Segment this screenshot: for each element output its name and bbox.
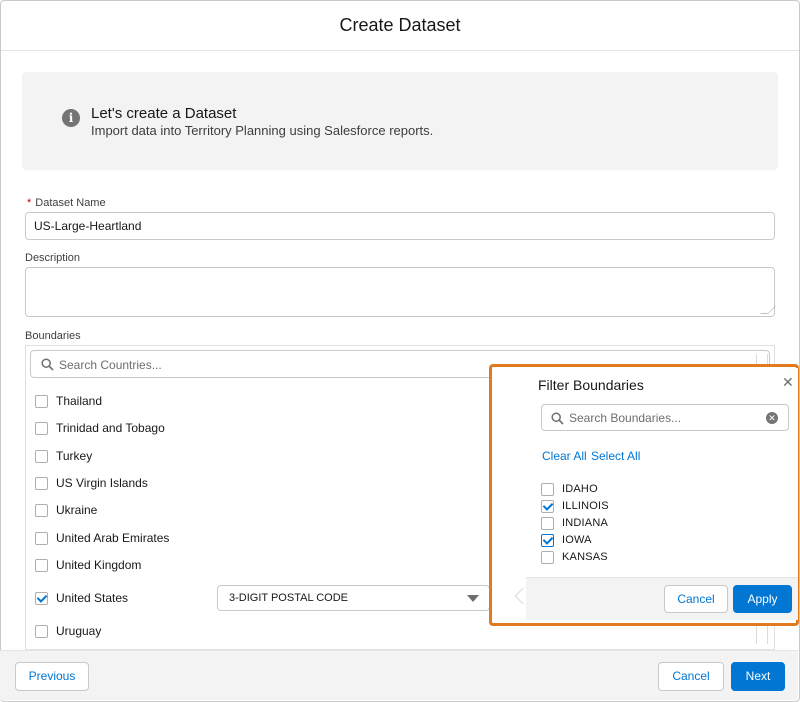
boundary-label: IDAHO [562, 483, 598, 495]
boundary-label: IOWA [562, 534, 592, 546]
country-label: United States [56, 591, 129, 605]
boundary-checkbox[interactable] [541, 533, 554, 547]
country-item[interactable]: United States [35, 588, 128, 608]
dropdown-arrow-icon [467, 595, 479, 602]
country-checkbox[interactable] [35, 558, 48, 572]
boundary-checkbox[interactable] [541, 499, 554, 513]
country-checkbox[interactable] [35, 624, 48, 638]
country-item[interactable]: Uruguay [35, 621, 101, 641]
info-title: Let's create a Dataset [91, 105, 237, 122]
country-label: Trinidad and Tobago [56, 421, 165, 435]
boundary-checkbox[interactable] [541, 516, 554, 530]
boundary-level-select[interactable]: 3-DIGIT POSTAL CODE [217, 585, 490, 611]
boundary-label: KANSAS [562, 551, 608, 563]
required-mark: * [27, 197, 32, 209]
boundary-item[interactable]: INDIANA [541, 515, 608, 531]
country-checkbox[interactable] [35, 421, 48, 435]
description-label: Description [25, 252, 81, 264]
boundary-item[interactable]: IDAHO [541, 481, 598, 497]
country-checkbox[interactable] [35, 591, 48, 605]
modal-title: Create Dataset [339, 15, 461, 35]
country-checkbox[interactable] [35, 394, 48, 408]
boundary-checkbox[interactable] [541, 482, 554, 496]
search-boundaries-input[interactable]: Search Boundaries... ✕ [541, 404, 789, 431]
boundary-label: INDIANA [562, 517, 609, 529]
country-item[interactable]: Trinidad and Tobago [35, 418, 165, 438]
country-checkbox[interactable] [35, 449, 48, 463]
description-textarea[interactable] [25, 267, 776, 317]
boundary-label: ILLINOIS [562, 500, 609, 512]
select-all-link[interactable]: Select All [591, 449, 640, 463]
country-label: Uruguay [56, 624, 102, 638]
country-item[interactable]: Turkey [35, 446, 92, 466]
country-item[interactable]: Ukraine [35, 500, 97, 520]
popover-cancel-button[interactable]: Cancel [664, 585, 728, 613]
info-icon: i [62, 109, 80, 127]
close-icon[interactable]: ✕ [782, 374, 794, 391]
country-item[interactable]: Thailand [35, 391, 102, 411]
boundary-checkbox[interactable] [541, 550, 554, 564]
search-countries-placeholder: Search Countries... [59, 358, 162, 372]
boundary-item[interactable]: ILLINOIS [541, 498, 609, 514]
boundary-level-value: 3-DIGIT POSTAL CODE [229, 592, 348, 604]
country-item[interactable]: US Virgin Islands [35, 473, 148, 493]
next-button[interactable]: Next [731, 662, 785, 691]
country-item[interactable]: United Arab Emirates [35, 528, 169, 548]
search-boundaries-placeholder: Search Boundaries... [569, 411, 682, 425]
dataset-name-input[interactable]: US-Large-Heartland [25, 212, 775, 240]
search-icon [41, 358, 54, 371]
boundaries-label: Boundaries [25, 330, 81, 342]
clear-search-icon[interactable]: ✕ [766, 412, 778, 424]
cancel-button[interactable]: Cancel [658, 662, 724, 691]
info-subtitle: Import data into Territory Planning usin… [91, 123, 434, 138]
search-icon [551, 412, 564, 425]
boundary-item[interactable]: IOWA [541, 532, 592, 548]
country-item[interactable]: United Kingdom [35, 555, 141, 575]
country-label: US Virgin Islands [56, 476, 148, 490]
modal-header: Create Dataset [1, 1, 799, 51]
country-checkbox[interactable] [35, 531, 48, 545]
apply-button[interactable]: Apply [733, 585, 792, 613]
country-label: United Arab Emirates [56, 531, 170, 545]
country-label: United Kingdom [56, 558, 142, 572]
country-label: Ukraine [56, 503, 98, 517]
popover-title: Filter Boundaries [538, 377, 644, 393]
previous-button[interactable]: Previous [15, 662, 89, 691]
country-checkbox[interactable] [35, 476, 48, 490]
info-banner: i Let's create a Dataset Import data int… [22, 72, 778, 170]
country-checkbox[interactable] [35, 503, 48, 517]
country-label: Thailand [56, 394, 103, 408]
country-label: Turkey [56, 449, 93, 463]
dataset-name-label: * Dataset Name [27, 197, 106, 209]
resize-handle-icon[interactable] [760, 306, 776, 314]
boundary-item[interactable]: KANSAS [541, 549, 608, 565]
clear-all-link[interactable]: Clear All [542, 449, 587, 463]
